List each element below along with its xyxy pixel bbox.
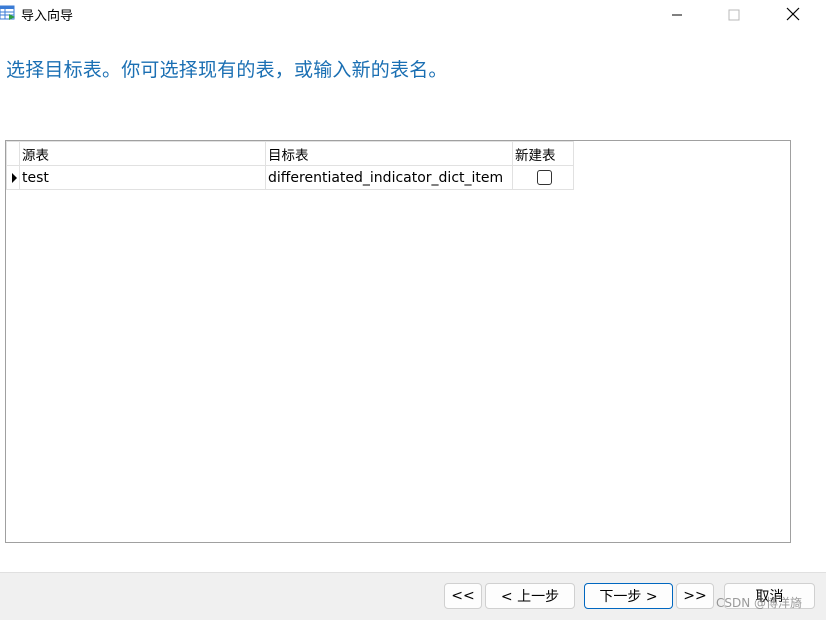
close-icon [786,6,800,25]
maximize-button[interactable] [711,0,757,30]
mapping-grid[interactable]: 源表 目标表 新建表 test differentiated_indicator… [5,140,791,543]
close-button[interactable] [770,0,816,30]
mapping-table: 源表 目标表 新建表 test differentiated_indicator… [6,141,574,190]
new-table-checkbox[interactable] [536,170,552,185]
maximize-icon [728,6,740,25]
previous-button[interactable]: < 上一步 [485,583,575,609]
minimize-icon [671,6,683,25]
column-header-source[interactable]: 源表 [19,141,266,166]
first-step-button[interactable]: << [444,583,482,609]
table-row[interactable]: test differentiated_indicator_dict_item [6,165,574,190]
import-wizard-icon [0,5,16,21]
row-header-corner [6,141,20,166]
cell-target-table[interactable]: differentiated_indicator_dict_item [265,165,513,190]
last-step-button[interactable]: >> [676,583,714,609]
title-bar: 导入向导 [0,0,826,30]
table-header-row: 源表 目标表 新建表 [6,141,574,166]
minimize-button[interactable] [654,0,700,30]
cell-source-table[interactable]: test [19,165,266,190]
watermark: CSDN @博洋旖 [716,596,803,610]
window-title: 导入向导 [21,9,74,24]
page-heading: 选择目标表。你可选择现有的表，或输入新的表名。 [6,59,448,81]
next-button[interactable]: 下一步 > [584,583,673,609]
cell-new-table[interactable] [512,165,574,190]
row-indicator-icon [12,172,17,183]
column-header-target[interactable]: 目标表 [265,141,513,166]
column-header-new-table[interactable]: 新建表 [512,141,574,166]
row-indicator-cell[interactable] [6,165,20,190]
